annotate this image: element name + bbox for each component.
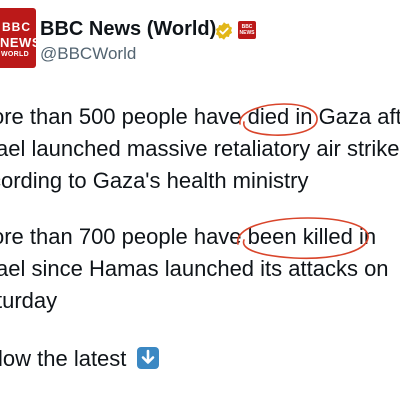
tweet-text-line: ore than 700 people have been killed in [0,224,377,249]
display-name[interactable]: BBC News (World) [40,18,216,41]
tweet-text-line: turday [0,288,58,313]
avatar-world-text: WORLD [1,51,29,58]
tweet-text-line: ael launched massive retaliatory air str… [0,136,400,161]
tweet-text-line: ore than 500 people have died in Gaza af… [0,104,400,129]
verified-badge-icon [215,22,233,40]
down-arrow-button-icon [136,347,159,369]
tweet-text-line-latest: low the latest [0,345,159,373]
affiliate-logo[interactable]: BBC NEWS [238,21,256,39]
avatar-bbc-text: BBC [2,20,31,34]
follow-latest-text: low the latest [0,346,127,371]
avatar[interactable]: BBC NEWS WORLD [0,8,36,68]
avatar-news-text: NEWS [0,35,36,50]
tweet-text-line: cording to Gaza's health ministry [0,168,309,193]
tweet-text-line: ael since Hamas launched its attacks on [0,256,389,281]
handle[interactable]: @BBCWorld [40,44,136,64]
